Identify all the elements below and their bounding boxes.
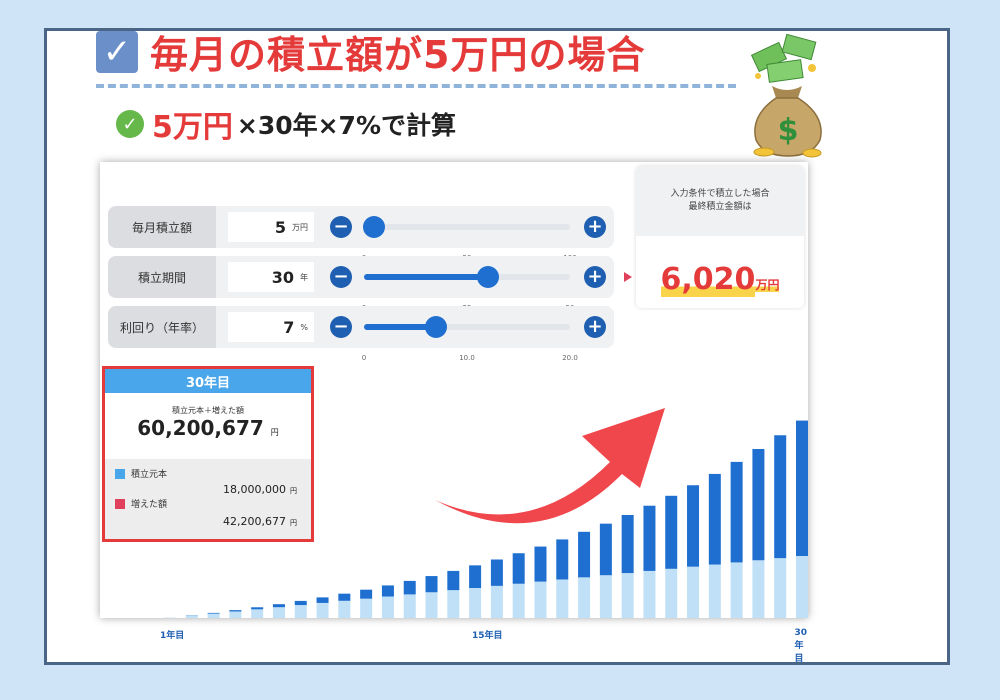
subtitle-amount: 5万円: [152, 110, 233, 145]
legend-swatch: [115, 468, 125, 479]
principal-value: 18,000,000 円: [223, 483, 297, 496]
legend-gain: 増えた額: [115, 497, 167, 510]
gain-value: 42,200,677 円: [223, 515, 297, 528]
check-circle-icon: ✓: [116, 110, 144, 138]
x-tick-label: 15年目: [472, 631, 503, 641]
legend-value: 42,200,677: [223, 515, 286, 528]
x-tick-label: 30年目: [794, 628, 807, 664]
total-unit: 円: [270, 428, 279, 437]
total-amount: 60,200,677 円: [105, 416, 311, 440]
legend-unit: 円: [290, 487, 297, 495]
total-caption: 積立元本＋増えた額: [172, 406, 244, 415]
calculator-panel: 毎月積立額 5 万円 − 0 50 100 + 積立期間 30 年 − 0 25…: [100, 162, 808, 664]
info-card-header: 30年目: [105, 369, 311, 393]
checkbox-check-icon: ✓: [96, 30, 138, 73]
info-card-total-section: 積立元本＋増えた額 60,200,677 円: [105, 393, 311, 459]
title-dashed-underline: [96, 84, 736, 88]
legend-value: 18,000,000: [223, 483, 286, 496]
page-title: 毎月の積立額が5万円の場合: [150, 33, 646, 77]
total-value: 60,200,677: [137, 416, 264, 440]
legend-label: 積立元本: [131, 470, 168, 480]
legend-unit: 円: [290, 519, 297, 527]
subtitle-conditions: ×30年×7%で計算: [236, 111, 457, 140]
legend-swatch: [115, 498, 125, 509]
x-tick-label: 1年目: [160, 631, 185, 641]
svg-text:$: $: [778, 113, 799, 148]
money-bag-dollar-icon: $: [750, 33, 822, 158]
legend-principal: 積立元本: [115, 467, 167, 480]
year-30-info-card: 30年目 積立元本＋増えた額 60,200,677 円 積立元本 18,000,…: [102, 366, 314, 542]
title-row: ✓ 毎月の積立額が5万円の場合: [96, 24, 645, 79]
legend-label: 増えた額: [131, 500, 168, 510]
subtitle-row: ✓ 5万円 ×30年×7%で計算: [116, 102, 456, 146]
